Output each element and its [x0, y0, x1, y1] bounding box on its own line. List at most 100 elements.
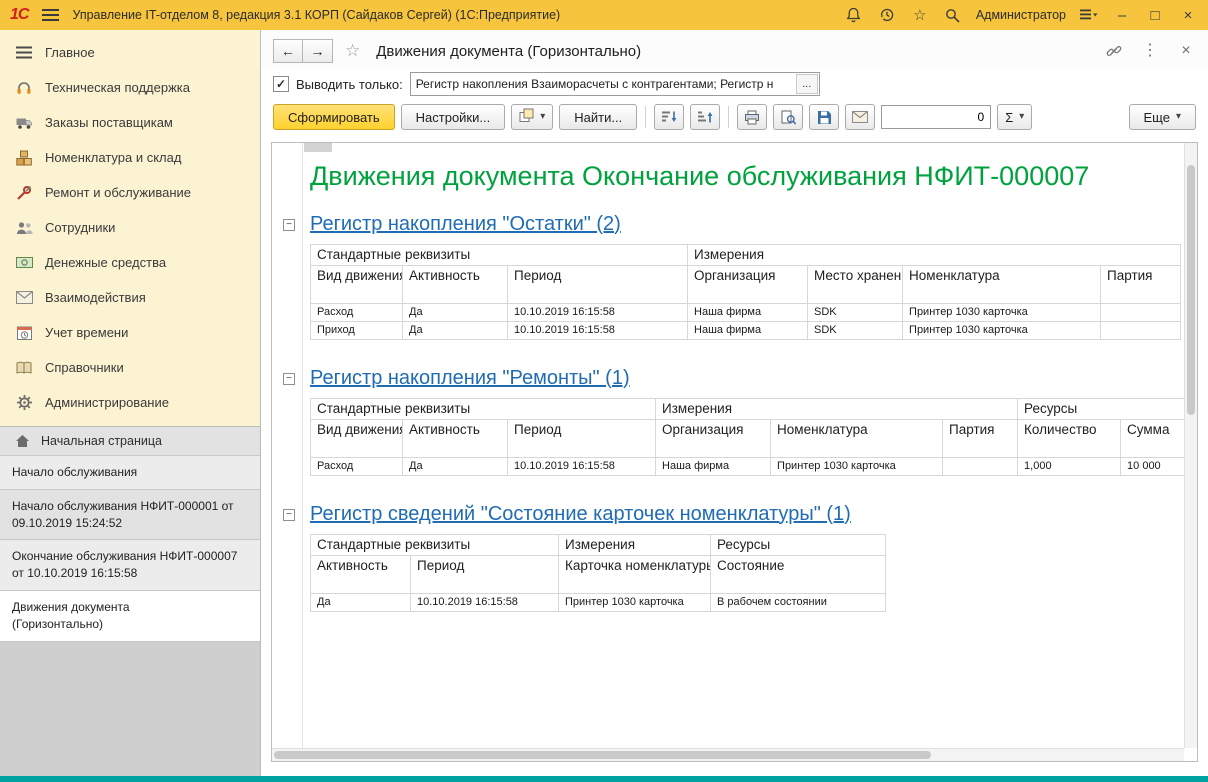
more-menu-icon[interactable]: ⋮	[1140, 41, 1160, 61]
print-preview-button[interactable]	[773, 104, 803, 130]
history-icon[interactable]	[877, 5, 897, 25]
horizontal-scrollbar-thumb[interactable]	[274, 751, 931, 759]
close-icon[interactable]: ×	[1178, 5, 1198, 25]
open-window-item[interactable]: Окончание обслуживания НФИТ-000007 от 10…	[0, 540, 260, 591]
register-table-remonty: Стандартные реквизиты Измерения Ресурсы …	[310, 398, 1191, 476]
table-group-header-row: Стандартные реквизиты Измерения Ресурсы	[311, 398, 1191, 419]
tools-settings-icon[interactable]	[1079, 5, 1099, 25]
register-link-sostoyanie-kartochek[interactable]: Регистр сведений "Состояние карточек ном…	[310, 502, 851, 527]
sidebar-item-vzaimodeystviya[interactable]: Взаимодействия	[0, 280, 260, 315]
register-link-ostatki[interactable]: Регистр накопления "Остатки" (2)	[310, 212, 621, 237]
generate-button[interactable]: Сформировать	[273, 104, 395, 130]
search-icon[interactable]	[943, 5, 963, 25]
autosum-button[interactable]: Σ ▾	[997, 104, 1032, 130]
collapse-toggle[interactable]: −	[283, 509, 295, 521]
favorite-star-icon[interactable]: ☆	[345, 41, 360, 61]
open-window-item-active[interactable]: Движения документа (Горизонтально)	[0, 591, 260, 642]
open-window-item[interactable]: Начало обслуживания	[0, 456, 260, 490]
send-mail-button[interactable]	[845, 104, 875, 130]
caret-down-icon: ▾	[1019, 112, 1024, 122]
cell: Стандартные реквизиты	[311, 398, 656, 419]
cell: Измерения	[688, 244, 1181, 265]
sidebar-item-zakazy[interactable]: Заказы поставщикам	[0, 105, 260, 140]
collapse-toggle[interactable]: −	[283, 373, 295, 385]
report-variants-button[interactable]: ▾	[511, 104, 553, 130]
cell: Номенклатура	[771, 419, 943, 457]
favorites-star-icon[interactable]: ☆	[910, 5, 930, 25]
notifications-bell-icon[interactable]	[844, 5, 864, 25]
current-user[interactable]: Администратор	[976, 8, 1066, 22]
cell: Активность	[403, 419, 508, 457]
cell: SDK	[808, 303, 903, 321]
more-actions-button[interactable]: Еще ▾	[1129, 104, 1196, 130]
vertical-scrollbar-thumb[interactable]	[1187, 165, 1195, 415]
close-window-icon[interactable]: ×	[1176, 41, 1196, 61]
cell	[1101, 303, 1181, 321]
collapse-toggle[interactable]: −	[283, 219, 295, 231]
horizontal-scrollbar[interactable]	[272, 748, 1184, 761]
sidebar-item-nomenklatura[interactable]: Номенклатура и склад	[0, 140, 260, 175]
cell: Активность	[403, 265, 508, 303]
report-spreadsheet: Движения документа Окончание обслуживани…	[271, 142, 1198, 762]
print-button[interactable]	[737, 104, 767, 130]
register-link-remonty[interactable]: Регистр накопления "Ремонты" (1)	[310, 366, 630, 391]
register-table-sostoyanie-kartochek: Стандартные реквизиты Измерения Ресурсы …	[310, 534, 886, 612]
wrench-icon	[15, 185, 33, 201]
cells-sum-field[interactable]	[881, 105, 991, 129]
sort-ascending-button[interactable]	[690, 104, 720, 130]
sidebar-item-uchet-vremeni[interactable]: Учет времени	[0, 315, 260, 350]
sidebar-item-label: Техническая поддержка	[45, 80, 190, 95]
output-only-checkbox[interactable]: ✓	[273, 76, 289, 92]
cell: 10 000	[1121, 457, 1191, 475]
table-group-header-row: Стандартные реквизиты Измерения Ресурсы	[311, 534, 886, 555]
cell: 10.10.2019 16:15:58	[411, 593, 559, 611]
window-header-actions: ⋮ ×	[1104, 41, 1196, 61]
open-window-label: Движения документа (Горизонтально)	[12, 600, 130, 631]
open-window-label: Начало обслуживания	[12, 465, 137, 479]
sidebar-item-remont[interactable]: Ремонт и обслуживание	[0, 175, 260, 210]
find-button[interactable]: Найти...	[559, 104, 637, 130]
save-button[interactable]	[809, 104, 839, 130]
main-menu-icon[interactable]	[40, 5, 60, 25]
cell: 10.10.2019 16:15:58	[508, 321, 688, 339]
sidebar-item-label: Сотрудники	[45, 220, 115, 235]
menu-icon	[15, 46, 33, 59]
cell: Наша фирма	[656, 457, 771, 475]
cell: Принтер 1030 карточка	[903, 321, 1101, 339]
cell: Наша фирма	[688, 303, 808, 321]
cell	[943, 457, 1018, 475]
sidebar-item-administrirovanie[interactable]: Администрирование	[0, 385, 260, 420]
sidebar-item-label: Главное	[45, 45, 95, 60]
cell: Измерения	[559, 534, 711, 555]
column-headers-strip	[304, 143, 332, 152]
sidebar-item-label: Номенклатура и склад	[45, 150, 181, 165]
minimize-icon[interactable]: –	[1112, 5, 1132, 25]
settings-button[interactable]: Настройки...	[401, 104, 506, 130]
headset-icon	[15, 80, 33, 95]
vertical-scrollbar[interactable]	[1184, 143, 1197, 748]
registers-filter-input[interactable]	[411, 77, 796, 91]
back-button[interactable]: ←	[273, 39, 303, 63]
choose-registers-button[interactable]: ...	[796, 74, 818, 94]
open-window-item[interactable]: Начало обслуживания НФИТ-000001 от 09.10…	[0, 490, 260, 541]
cell: Партия	[1101, 265, 1181, 303]
cell: Принтер 1030 карточка	[559, 593, 711, 611]
get-link-icon[interactable]	[1104, 41, 1124, 61]
sidebar-item-glavnoe[interactable]: Главное	[0, 35, 260, 70]
sidebar-item-label: Взаимодействия	[45, 290, 146, 305]
sidebar: Главное Техническая поддержка Заказы пос…	[0, 30, 260, 776]
sidebar-item-dengi[interactable]: Денежные средства	[0, 245, 260, 280]
register-section-remonty: − Регистр накопления "Ремонты" (1) Станд…	[310, 366, 1184, 476]
sidebar-item-tehpodderzhka[interactable]: Техническая поддержка	[0, 70, 260, 105]
money-icon	[15, 256, 33, 269]
home-page-item[interactable]: Начальная страница	[0, 426, 260, 456]
cell: SDK	[808, 321, 903, 339]
sidebar-item-sotrudniki[interactable]: Сотрудники	[0, 210, 260, 245]
maximize-icon[interactable]: □	[1145, 5, 1165, 25]
sort-descending-button[interactable]	[654, 104, 684, 130]
table-header-row: Вид движения Активность Период Организац…	[311, 419, 1191, 457]
output-only-label: Выводить только:	[296, 77, 403, 92]
more-label: Еще	[1144, 110, 1170, 125]
forward-button[interactable]: →	[303, 39, 333, 63]
sidebar-item-spravochniki[interactable]: Справочники	[0, 350, 260, 385]
